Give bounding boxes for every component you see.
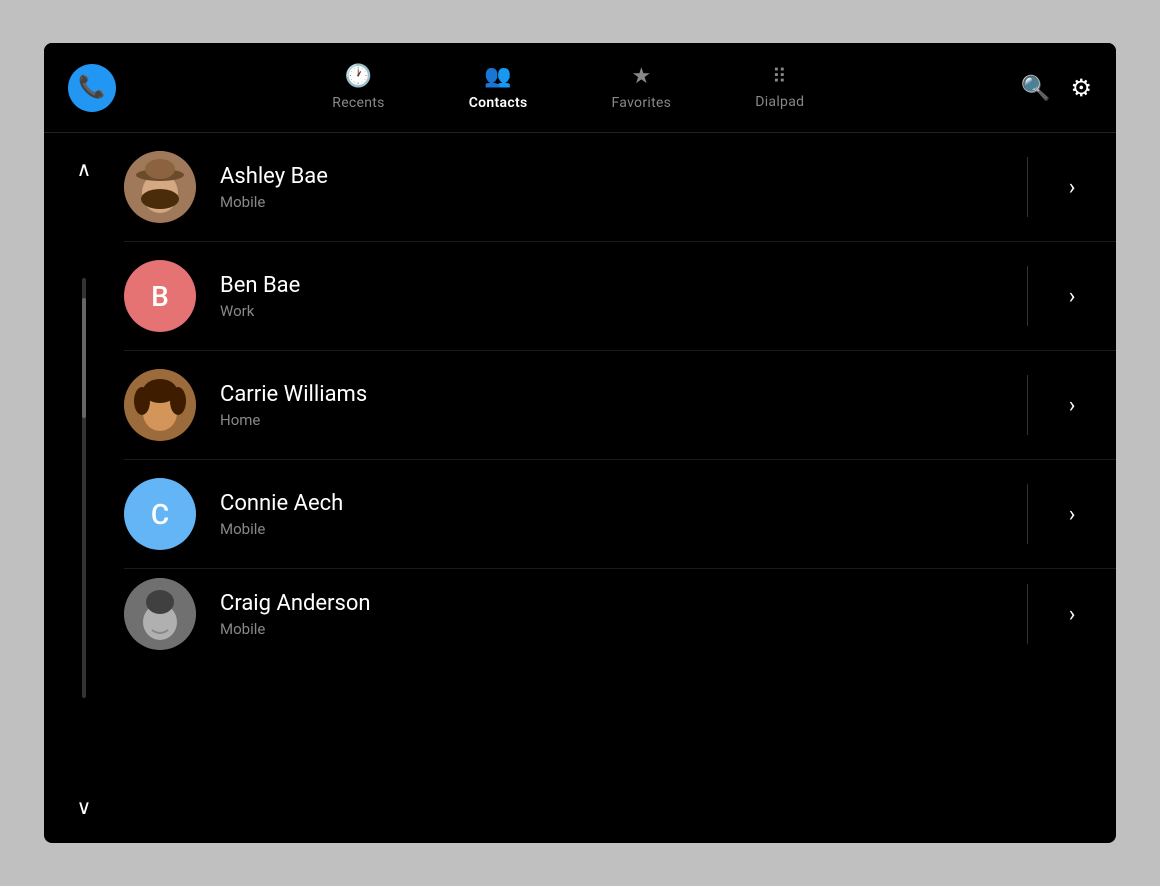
divider xyxy=(1027,266,1028,326)
contact-detail-button[interactable]: › xyxy=(1052,494,1092,534)
contact-detail-button[interactable]: › xyxy=(1052,167,1092,207)
contacts-label: Contacts xyxy=(469,95,528,111)
contact-name: Craig Anderson xyxy=(220,591,1003,616)
settings-button[interactable]: ⚙ xyxy=(1070,74,1092,102)
contact-name: Ashley Bae xyxy=(220,164,1003,189)
contact-name: Carrie Williams xyxy=(220,382,1003,407)
app-window: 📞 🕐 Recents 👥 Contacts ★ Favorites ⠿ Dia… xyxy=(44,43,1116,843)
carrie-avatar-svg xyxy=(124,369,196,441)
phone-icon: 📞 xyxy=(78,75,105,100)
favorites-label: Favorites xyxy=(611,95,671,111)
ashley-avatar-svg xyxy=(124,151,196,223)
craig-avatar-svg xyxy=(124,578,196,650)
contact-detail-button[interactable]: › xyxy=(1052,276,1092,316)
contact-type: Mobile xyxy=(220,620,1003,638)
contact-info: Connie Aech Mobile xyxy=(220,491,1003,538)
contact-detail-button[interactable]: › xyxy=(1052,594,1092,634)
phone-button[interactable]: 📞 xyxy=(68,64,116,112)
contact-item[interactable]: Craig Anderson Mobile › xyxy=(124,569,1116,659)
recents-icon: 🕐 xyxy=(345,64,372,89)
tab-recents[interactable]: 🕐 Recents xyxy=(320,56,396,119)
dialpad-label: Dialpad xyxy=(755,94,804,110)
contact-item[interactable]: Carrie Williams Home › xyxy=(124,351,1116,460)
divider xyxy=(1027,584,1028,644)
nav-actions: 🔍 ⚙ xyxy=(1021,74,1092,102)
scroll-track xyxy=(82,278,86,698)
avatar xyxy=(124,151,196,223)
nav-tabs: 🕐 Recents 👥 Contacts ★ Favorites ⠿ Dialp… xyxy=(116,56,1021,119)
scroll-thumb xyxy=(82,298,86,418)
contact-info: Ben Bae Work xyxy=(220,273,1003,320)
favorites-icon: ★ xyxy=(631,64,651,89)
avatar: C xyxy=(124,478,196,550)
scroll-up-button[interactable]: ∧ xyxy=(68,153,100,185)
divider xyxy=(1027,375,1028,435)
avatar: B xyxy=(124,260,196,332)
contact-type: Mobile xyxy=(220,520,1003,538)
contact-item[interactable]: Ashley Bae Mobile › xyxy=(124,133,1116,242)
contact-detail-button[interactable]: › xyxy=(1052,385,1092,425)
contact-item[interactable]: B Ben Bae Work › xyxy=(124,242,1116,351)
avatar-initial: B xyxy=(151,280,169,313)
divider xyxy=(1027,157,1028,217)
tab-dialpad[interactable]: ⠿ Dialpad xyxy=(743,56,816,119)
search-button[interactable]: 🔍 xyxy=(1021,74,1051,102)
avatar xyxy=(124,578,196,650)
contacts-icon: 👥 xyxy=(484,64,511,89)
tab-contacts[interactable]: 👥 Contacts xyxy=(457,56,540,119)
recents-label: Recents xyxy=(332,95,384,111)
content-area: ∧ ∨ xyxy=(44,133,1116,843)
divider xyxy=(1027,484,1028,544)
nav-bar: 📞 🕐 Recents 👥 Contacts ★ Favorites ⠿ Dia… xyxy=(44,43,1116,133)
scroll-down-button[interactable]: ∨ xyxy=(68,791,100,823)
contact-info: Carrie Williams Home xyxy=(220,382,1003,429)
contact-type: Mobile xyxy=(220,193,1003,211)
contact-list: Ashley Bae Mobile › B Ben Bae Work › xyxy=(124,133,1116,843)
contact-type: Work xyxy=(220,302,1003,320)
contact-item[interactable]: C Connie Aech Mobile › xyxy=(124,460,1116,569)
tab-favorites[interactable]: ★ Favorites xyxy=(599,56,683,119)
contact-name: Ben Bae xyxy=(220,273,1003,298)
side-controls: ∧ ∨ xyxy=(44,133,124,843)
contact-info: Craig Anderson Mobile xyxy=(220,591,1003,638)
contact-info: Ashley Bae Mobile xyxy=(220,164,1003,211)
contact-name: Connie Aech xyxy=(220,491,1003,516)
dialpad-icon: ⠿ xyxy=(772,64,788,88)
avatar xyxy=(124,369,196,441)
avatar-initial: C xyxy=(151,498,169,531)
contact-type: Home xyxy=(220,411,1003,429)
